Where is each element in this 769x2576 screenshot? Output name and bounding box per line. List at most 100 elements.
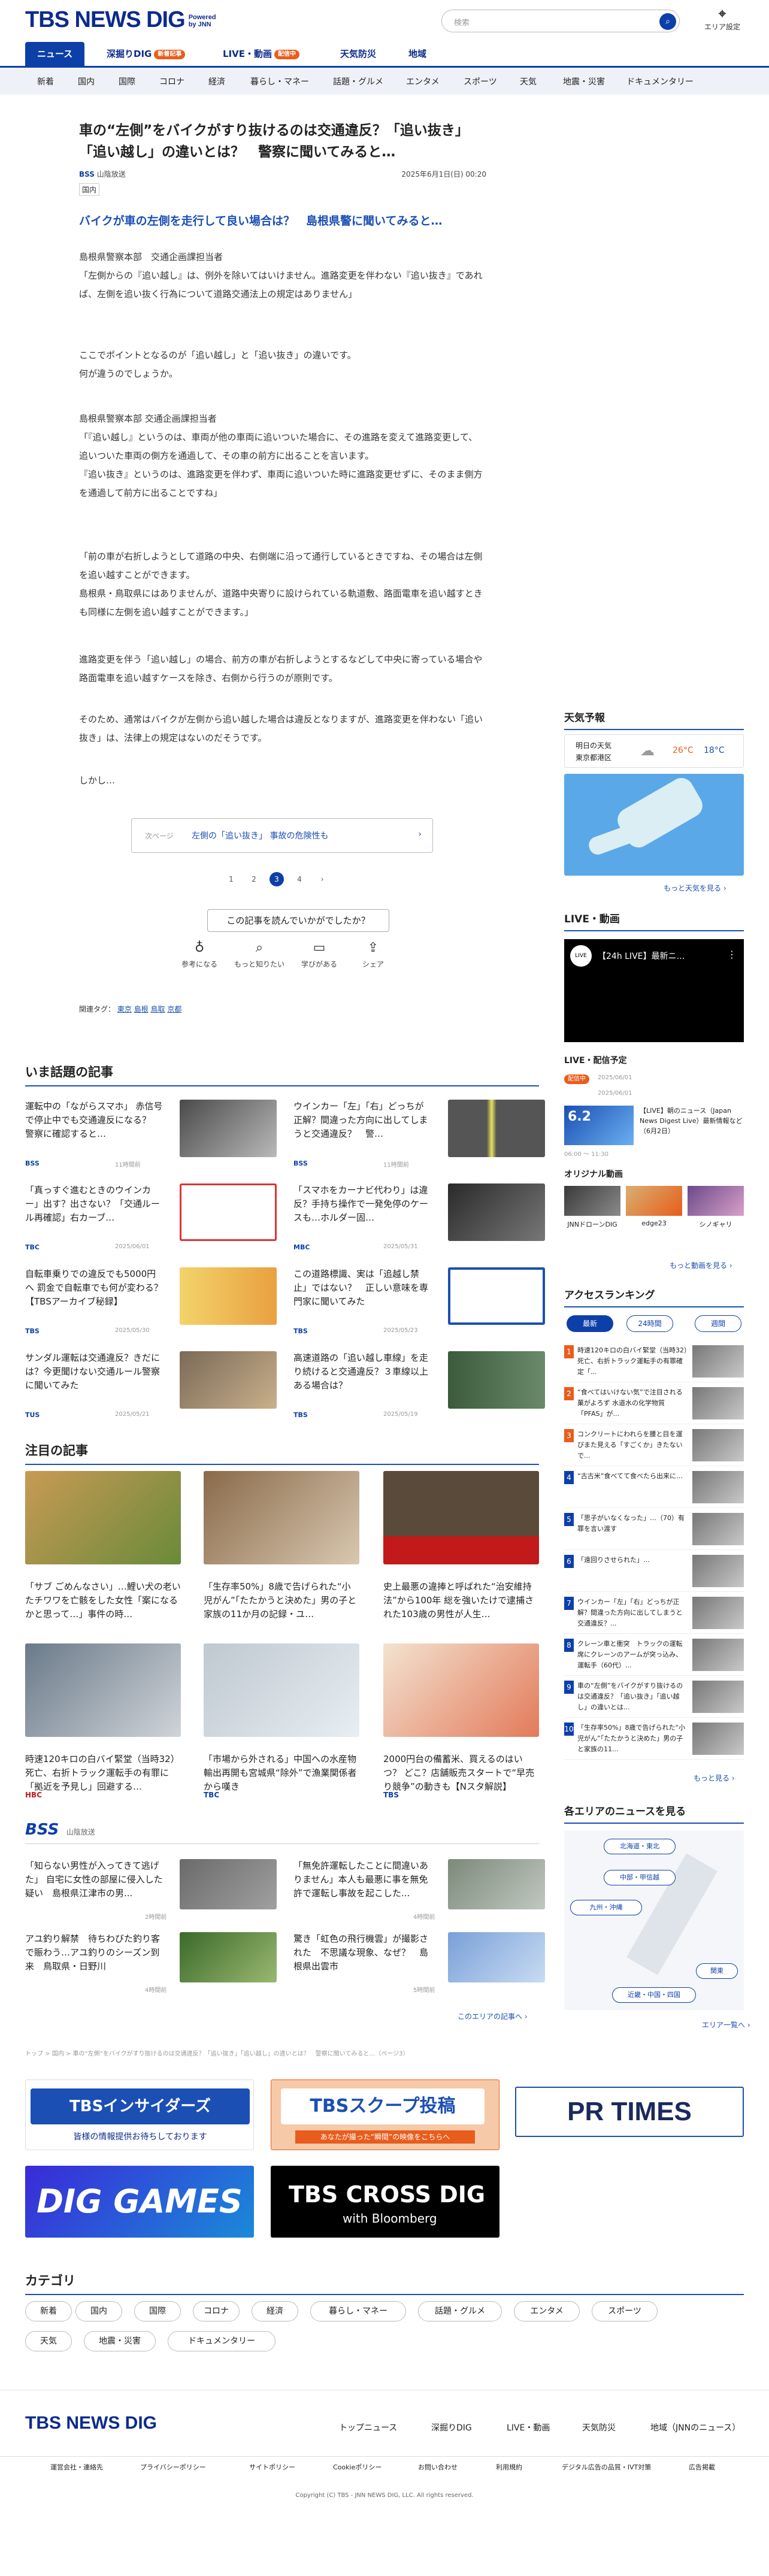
tag[interactable]: 東京 <box>117 1005 132 1013</box>
footer-sublink[interactable]: プライバシーポリシー <box>140 2462 206 2472</box>
ranking-item[interactable]: 7 ウインカー「左」「右」どっちが正解？間違った方向に出してしまうと交通違反？..… <box>564 1597 744 1634</box>
video-more-link[interactable]: もっと動画を見る › <box>670 1260 732 1270</box>
category-chip[interactable]: 国際 <box>134 2301 181 2321</box>
weather-map[interactable] <box>564 774 744 876</box>
footer-sublink[interactable]: Cookieポリシー <box>333 2462 382 2472</box>
category-chip[interactable]: 経済 <box>252 2301 298 2321</box>
more-options-icon[interactable]: ⋮ <box>727 949 737 960</box>
tag[interactable]: 鳥取 <box>151 1005 165 1013</box>
source-logo[interactable]: BSS <box>79 170 95 178</box>
subnav-item[interactable]: ドキュメンタリー <box>626 75 694 87</box>
hot-article-card[interactable]: サンダル運転は交通違反？きだには？今更聞けない交通ルール警察に聞いてみた TUS 2… <box>25 1351 277 1423</box>
footer-link[interactable]: LIVE・動画 <box>507 2421 550 2433</box>
page-link[interactable]: 1 <box>224 872 238 886</box>
live-video-player[interactable]: LIVE 【24h LIVE】最新ニ… ⋮ <box>564 939 744 1042</box>
ranking-tab-latest[interactable]: 最新 <box>567 1315 613 1332</box>
ranking-item[interactable]: 10 「生存率50%」8歳で告げられた“小児がん”「たたかうと決めた」男の子と家族… <box>564 1723 744 1760</box>
area-setting-button[interactable]: ⌖ エリア設定 <box>704 7 740 32</box>
hot-article-card[interactable]: 運転中の「ながらスマホ」 赤信号で停止中でも交通違反になる？ 警察に確認すると…… <box>25 1100 277 1172</box>
footer-link[interactable]: 地域（JNNのニュース） <box>650 2421 740 2433</box>
ranking-item[interactable]: 9 車の“左側”をバイクがすり抜けるのは交通違反？「追い抜き」「追い越し」の違いと… <box>564 1681 744 1718</box>
footer-sublink[interactable]: お問い合わせ <box>418 2462 458 2472</box>
hot-article-card[interactable]: ウインカー「左」「右」どっちが正解？間違った方向に出してしまうと交通違反？ 警…… <box>293 1100 545 1172</box>
footer-sublink[interactable]: 運営会社・連絡先 <box>50 2462 103 2472</box>
subnav-item[interactable]: コロナ <box>159 75 184 87</box>
tab-live[interactable]: LIVE・動画 配信中 <box>223 42 299 66</box>
original-video-item[interactable]: JNNドローンDIG <box>564 1186 620 1229</box>
weather-widget[interactable]: 明日の天気 東京都港区 ☁ 26°C 18°C <box>564 734 744 768</box>
subnav-item[interactable]: 暮らし・マネー <box>250 75 309 87</box>
subnav-item[interactable]: 天気 <box>520 75 537 87</box>
footer-link[interactable]: 天気防災 <box>582 2421 616 2433</box>
category-chip[interactable]: スポーツ <box>592 2301 658 2321</box>
ranking-item[interactable]: 6 「遠回りさせられた」… <box>564 1555 744 1592</box>
featured-card[interactable]: 「市場から外される」中国への水産物輸出再開も宮城県“除外”で漁業関係者から嘆き T… <box>204 1643 359 1835</box>
featured-card[interactable]: 2000円台の備蓄米、買えるのはいつ？ どこ？店舗販売スタートで“早売り競争”の… <box>383 1643 539 1835</box>
subnav-item[interactable]: 新着 <box>37 75 54 87</box>
footer-sublink[interactable]: 広告掲載 <box>689 2462 715 2472</box>
reaction-helpful[interactable]: ♁ 参考になる <box>172 940 226 969</box>
ranking-item[interactable]: 1 時速120キロの白バイ緊堂（当時32）死亡、右折トラック運転手の有罪確定「..… <box>564 1345 744 1382</box>
footer-sublink[interactable]: サイトポリシー <box>249 2462 295 2472</box>
category-chip[interactable]: 天気 <box>25 2331 72 2351</box>
featured-card[interactable]: 「サブ ごめんなさい」…鯉い犬の老いたチワワを亡骸をした女性「案になるかと思って… <box>25 1471 181 1663</box>
area-button[interactable]: 北海道・東北 <box>604 1839 676 1854</box>
category-chip[interactable]: エンタメ <box>514 2301 580 2321</box>
site-logo[interactable]: TBS NEWS DIG Powered by JNN <box>25 7 216 33</box>
subnav-item[interactable]: 国内 <box>78 75 95 87</box>
tab-weather[interactable]: 天気防災 <box>340 42 376 66</box>
category-chip[interactable]: 話題・グルメ <box>418 2301 502 2321</box>
reaction-more[interactable]: ⌕ もっと知りたい <box>232 940 286 969</box>
ranking-item[interactable]: 3 コンクリートにわれらを腰と目を運びまた見える「すごくか」きたないで... <box>564 1429 744 1466</box>
featured-card[interactable]: 時速120キロの白バイ緊堂（当時32）死亡、右折トラック運転手の有罪に「拠近を予… <box>25 1643 181 1835</box>
category-chip[interactable]: 暮らし・マネー <box>310 2301 406 2321</box>
original-video-item[interactable]: edge23 <box>626 1186 682 1227</box>
ranking-item[interactable]: 2 “食べてはいけない気”で注目される菓がよろず 水道水の化学物質「PFAS」が.… <box>564 1387 744 1424</box>
footer-link[interactable]: 深掘りDIG <box>431 2421 472 2433</box>
footer-sublink[interactable]: 利用規約 <box>496 2462 522 2472</box>
tab-news[interactable]: ニュース <box>25 42 85 66</box>
weather-more-link[interactable]: もっと天気を見る › <box>664 883 726 893</box>
page-link[interactable]: 4 <box>292 872 307 886</box>
area-button[interactable]: 近畿・中国・四国 <box>612 1987 696 2003</box>
category-chip[interactable]: 国内 <box>75 2301 122 2321</box>
hot-article-card[interactable]: 「スマホをカーナビ代わり」は違反？手持ち操作で一発免停のケースも…ホルダー固… M… <box>293 1183 545 1255</box>
category-chip[interactable]: ドキュメンタリー <box>168 2331 275 2351</box>
local-article-card[interactable]: 「知らない男性が入ってきて逃げた」 自宅に女性の部屋に侵入した疑い 島根県江津市… <box>25 1859 277 1931</box>
hot-article-card[interactable]: 高速道路の「追い越し車線」を走り続けると交通違反？３車線以上ある場合は？ TBS 2… <box>293 1351 545 1423</box>
area-button[interactable]: 中部・甲信越 <box>604 1870 676 1885</box>
insiders-banner[interactable]: TBSインサイダーズ 皆様の情報提供お待ちしております <box>25 2079 254 2150</box>
ranking-item[interactable]: 4 “古古米”食べてて食べたら出来に… <box>564 1471 744 1508</box>
reaction-learn[interactable]: ▭ 学びがある <box>292 940 346 969</box>
scoop-banner[interactable]: TBSスクープ投稿 あなたが撮った“瞬間”の映像をこちらへ <box>271 2079 499 2150</box>
subnav-item[interactable]: 話題・グルメ <box>333 75 383 87</box>
subnav-item[interactable]: エンタメ <box>406 75 440 87</box>
page-link[interactable]: 2 <box>247 872 261 886</box>
footer-link[interactable]: トップニュース <box>339 2421 397 2433</box>
footer-logo[interactable]: TBS NEWS DIG <box>25 2413 157 2433</box>
category-chip[interactable]: 地震・災害 <box>84 2331 156 2351</box>
category-chip[interactable]: 新着 <box>25 2301 72 2321</box>
local-article-card[interactable]: 「無免許運転したことに間違いありません」本人も最悪に事を無免許で運転し事故を起こ… <box>293 1859 545 1931</box>
feedback-button[interactable]: この記事を読んでいかがでしたか？ <box>207 909 389 932</box>
ranking-more-link[interactable]: もっと見る › <box>694 1773 735 1783</box>
local-article-card[interactable]: 驚き「虹色の飛行機雲」が撮影された 不思議な現象、なぜ？ 島根県出雲市 5時間前 <box>293 1932 545 2004</box>
tag[interactable]: 島根 <box>134 1005 149 1013</box>
share-button[interactable]: ⇪ シェア <box>346 940 400 969</box>
subnav-item[interactable]: 国際 <box>119 75 135 87</box>
subnav-item[interactable]: 経済 <box>208 75 225 87</box>
hot-article-card[interactable]: 「真っすぐ進むときのウインカー」出す？出さない？「交通ルール再確認」右カーブ… T… <box>25 1183 277 1255</box>
featured-card[interactable]: 「生存率50%」8歳で告げられた“小児がん”「たたかうと決めた」男の子と家族の1… <box>204 1471 359 1663</box>
cross-dig-banner[interactable]: TBS CROSS DIG with Bloomberg <box>271 2166 499 2238</box>
footer-sublink[interactable]: デジタル広告の品質・IVT対策 <box>562 2462 651 2472</box>
hot-article-card[interactable]: この道路標識、実は「追越し禁止」ではない？ 正しい意味を専門家に聞いてみた TBS… <box>293 1267 545 1339</box>
subnav-item[interactable]: 地震・災害 <box>563 75 605 87</box>
prtimes-banner[interactable]: PR TIMES <box>515 2087 744 2137</box>
next-page-link[interactable]: 次ページ 左側の「追い抜き」 事故の危険性も › <box>131 818 433 853</box>
hot-article-card[interactable]: 自転車乗りでの違反でも5000円へ 罰金で自転車でも何が変わる？【TBSアーカイ… <box>25 1267 277 1339</box>
search-input[interactable]: 検索 ⌕ <box>441 10 680 32</box>
category-badge[interactable]: 国内 <box>79 183 100 196</box>
ranking-item[interactable]: 5 「思子がいなくなった」…（70）有罪を言い渡す <box>564 1513 744 1550</box>
local-more-link[interactable]: このエリアの記事へ › <box>458 2011 528 2021</box>
subnav-item[interactable]: スポーツ <box>464 75 497 87</box>
